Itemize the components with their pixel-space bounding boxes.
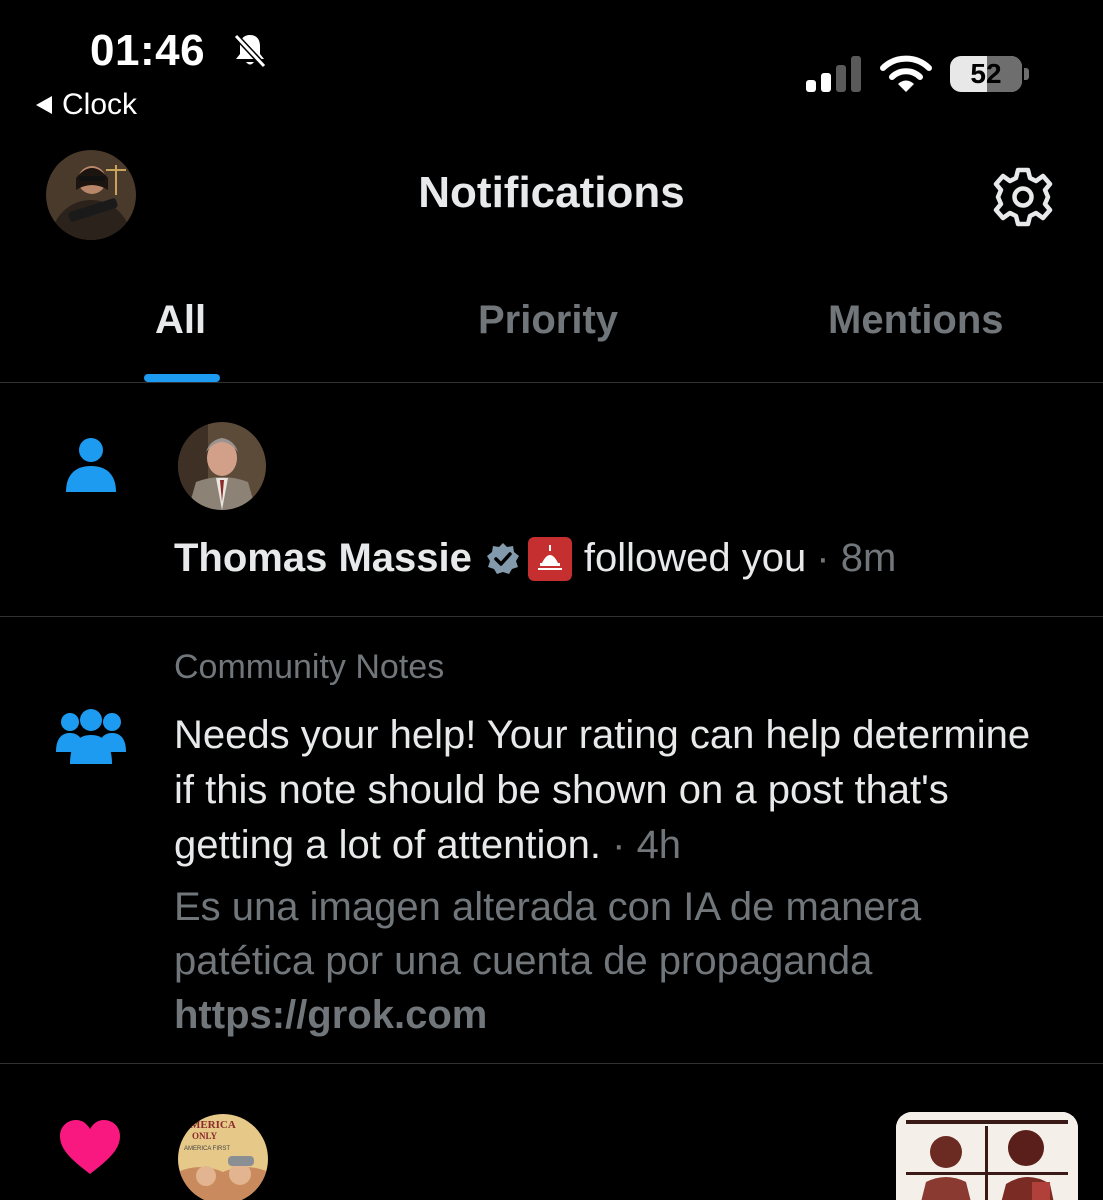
community-notes-label: Community Notes xyxy=(174,648,445,686)
notification-divider xyxy=(0,616,1103,617)
tabs-divider xyxy=(0,382,1103,383)
tab-all[interactable]: All xyxy=(155,298,206,343)
back-arrow-icon xyxy=(36,96,52,114)
active-tab-indicator xyxy=(144,374,220,382)
follow-notification-text: Thomas Massie followed you · 8m xyxy=(174,536,896,581)
tab-priority[interactable]: Priority xyxy=(478,298,618,343)
notification-tabs: All Priority Mentions xyxy=(0,282,1103,382)
timestamp: · 4h xyxy=(612,823,682,867)
settings-gear-icon[interactable] xyxy=(992,166,1054,228)
note-text: Es una imagen alterada con IA de manera … xyxy=(174,885,922,983)
community-note-preview: Es una imagen alterada con IA de manera … xyxy=(174,880,1054,1042)
tab-mentions[interactable]: Mentions xyxy=(828,298,1004,343)
liked-post-media-thumbnail[interactable] xyxy=(896,1112,1078,1200)
user-avatar-america-only[interactable]: AMERICA ONLY AMERICA FIRST xyxy=(178,1114,268,1200)
person-icon xyxy=(66,438,116,492)
affiliation-badge-icon xyxy=(527,536,572,581)
status-time: 01:46 xyxy=(90,26,206,75)
timestamp: · 8m xyxy=(816,536,897,580)
bell-muted-icon xyxy=(233,33,267,69)
battery-level: 52 xyxy=(970,58,1002,89)
back-to-app-link[interactable]: Clock xyxy=(36,88,137,122)
user-avatar-thomas-massie[interactable] xyxy=(178,422,266,510)
avatar-text-1: AMERICA xyxy=(182,1119,236,1131)
wifi-icon xyxy=(880,55,932,92)
page-title: Notifications xyxy=(418,168,685,217)
avatar-text-2: ONLY xyxy=(192,1131,218,1141)
cellular-signal-icon xyxy=(806,56,861,92)
note-link[interactable]: https://grok.com xyxy=(174,988,1054,1042)
battery-indicator: 52 xyxy=(950,56,1022,92)
notification-divider xyxy=(0,1063,1103,1064)
people-icon xyxy=(56,709,126,764)
community-notes-message: Needs your help! Your rating can help de… xyxy=(174,713,1031,867)
user-name[interactable]: Thomas Massie xyxy=(174,536,472,581)
verified-badge-icon xyxy=(486,542,519,574)
back-app-label: Clock xyxy=(62,88,138,121)
heart-icon xyxy=(60,1120,120,1174)
battery-cap xyxy=(1024,68,1029,80)
avatar-text-3: AMERICA FIRST xyxy=(184,1146,230,1152)
follow-action-text: followed you xyxy=(583,536,807,580)
